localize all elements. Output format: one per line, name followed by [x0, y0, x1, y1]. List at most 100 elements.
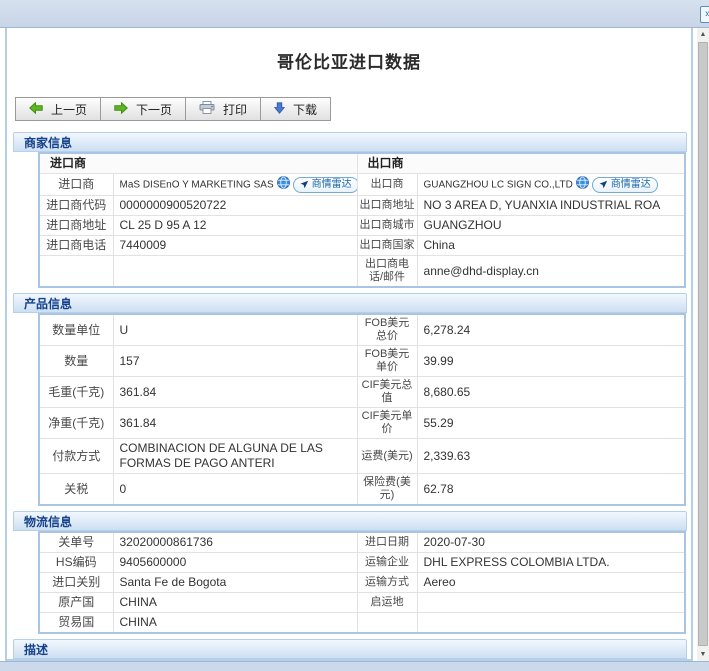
- field-label: 进口关别: [38, 572, 114, 593]
- field-label: 进口日期: [356, 531, 418, 553]
- table-row: 原产国 CHINA 启运地: [38, 592, 686, 613]
- exporter-column-header: 出口商: [356, 152, 686, 174]
- field-label: 保险费(美元): [356, 473, 418, 506]
- field-value: 55.29: [416, 407, 686, 439]
- field-value: 39.99: [416, 345, 686, 377]
- table-row: 数量单位 U FOB美元总价 6,278.24: [38, 313, 686, 346]
- window-top-bar: [0, 0, 709, 28]
- field-value: CL 25 D 95 A 12: [112, 215, 358, 236]
- field-value: 361.84: [112, 376, 358, 408]
- exporter-name: GUANGZHOU LC SIGN CO.,LTD: [423, 179, 573, 191]
- table-row: 进口关别 Santa Fe de Bogota 运输方式 Aereo: [38, 572, 686, 593]
- field-label: 数量单位: [38, 313, 114, 346]
- table-row: 出口商电话/邮件 anne@dhd-display.cn: [38, 255, 686, 288]
- section-header: 商家信息: [13, 132, 687, 152]
- field-label: 净重(千克): [38, 407, 114, 439]
- next-page-button[interactable]: 下一页: [100, 97, 187, 121]
- field-value: Santa Fe de Bogota: [112, 572, 358, 593]
- collapse-panel-button[interactable]: »: [700, 6, 709, 23]
- radar-button[interactable]: 商情雷达: [292, 176, 357, 193]
- download-button[interactable]: 下载: [260, 97, 332, 121]
- field-value: GUANGZHOU: [416, 215, 686, 236]
- vertical-scrollbar[interactable]: ▲ ▼: [697, 28, 709, 661]
- field-value: Aereo: [416, 572, 686, 593]
- table-row: 进口商地址 CL 25 D 95 A 12 出口商城市 GUANGZHOU: [38, 215, 686, 236]
- arrow-left-icon: [29, 101, 43, 117]
- field-label: 毛重(千克): [38, 376, 114, 408]
- table-row: 毛重(千克) 361.84 CIF美元总值 8,680.65: [38, 376, 686, 408]
- table-row: 数量 157 FOB美元单价 39.99: [38, 345, 686, 377]
- field-value: 9405600000: [112, 552, 358, 573]
- field-label: 出口商地址: [356, 195, 418, 216]
- radar-button-label: 商情雷达: [311, 179, 352, 190]
- field-label: 进口商电话: [38, 235, 114, 256]
- radar-button-label: 商情雷达: [610, 179, 651, 190]
- field-value: [112, 255, 358, 288]
- field-value: [416, 612, 686, 634]
- table-row: 关税 0 保险费(美元) 62.78: [38, 473, 686, 506]
- field-label: FOB美元单价: [356, 345, 418, 377]
- field-label: 付款方式: [38, 438, 114, 474]
- globe-icon[interactable]: [575, 176, 589, 193]
- content-panel: 哥伦比亚进口数据 上一页 下一页 打印 下载 商家信息 进口商 出口商 进口商 …: [5, 28, 693, 661]
- field-label: 进口商代码: [38, 195, 114, 216]
- table-row: 进口商电话 7440009 出口商国家 China: [38, 235, 686, 256]
- prev-page-button[interactable]: 上一页: [15, 97, 102, 121]
- field-label: [356, 612, 418, 634]
- globe-icon[interactable]: [276, 176, 290, 193]
- field-value: 7440009: [112, 235, 358, 256]
- section-merchant-info: 商家信息 进口商 出口商 进口商 MaS DISEnO Y MARKETING …: [13, 132, 687, 288]
- prev-page-label: 上一页: [51, 102, 88, 117]
- scroll-down-arrow[interactable]: ▼: [697, 648, 709, 661]
- scroll-up-arrow[interactable]: ▲: [697, 28, 709, 41]
- field-label: 启运地: [356, 592, 418, 613]
- field-label: 原产国: [38, 592, 114, 613]
- scrollbar-thumb[interactable]: [698, 42, 708, 646]
- table-row: 关单号 32020000861736 进口日期 2020-07-30: [38, 531, 686, 553]
- field-value: 8,680.65: [416, 376, 686, 408]
- section-logistics-info: 物流信息 关单号 32020000861736 进口日期 2020-07-30 …: [13, 511, 687, 634]
- field-label: 运输企业: [356, 552, 418, 573]
- field-label: 进口商: [38, 173, 114, 196]
- table-row: 贸易国 CHINA: [38, 612, 686, 634]
- field-value: COMBINACION DE ALGUNA DE LAS FORMAS DE P…: [112, 438, 358, 474]
- field-label: FOB美元总价: [356, 313, 418, 346]
- field-value: [416, 592, 686, 613]
- field-value: DHL EXPRESS COLOMBIA LTDA.: [416, 552, 686, 573]
- window-bottom-bar: [0, 661, 709, 671]
- field-value: 62.78: [416, 473, 686, 506]
- table-row: 付款方式 COMBINACION DE ALGUNA DE LAS FORMAS…: [38, 438, 686, 474]
- field-value: CHINA: [112, 612, 358, 634]
- print-label: 打印: [223, 102, 248, 117]
- print-button[interactable]: 打印: [185, 97, 262, 121]
- importer-name-cell: MaS DISEnO Y MARKETING SAS 商情雷达: [112, 173, 358, 196]
- field-value: 157: [112, 345, 358, 377]
- field-value: 2020-07-30: [416, 531, 686, 553]
- field-label: 出口商电话/邮件: [356, 255, 418, 288]
- field-label: 运费(美元): [356, 438, 418, 474]
- radar-arrow-icon: [300, 180, 308, 189]
- field-label: [38, 255, 114, 288]
- page-title: 哥伦比亚进口数据: [277, 53, 421, 72]
- field-value: 0000000900520722: [112, 195, 358, 216]
- section-header: 产品信息: [13, 293, 687, 313]
- next-page-label: 下一页: [136, 102, 173, 117]
- field-label: 出口商城市: [356, 215, 418, 236]
- field-label: 数量: [38, 345, 114, 377]
- field-value: China: [416, 235, 686, 256]
- field-value: 0: [112, 473, 358, 506]
- field-label: 进口商地址: [38, 215, 114, 236]
- download-label: 下载: [293, 102, 318, 117]
- field-label: 关单号: [38, 531, 114, 553]
- merchant-table: 进口商 出口商 进口商 MaS DISEnO Y MARKETING SAS 商情…: [38, 152, 686, 288]
- radar-arrow-icon: [599, 180, 607, 189]
- field-value: 361.84: [112, 407, 358, 439]
- table-row: HS编码 9405600000 运输企业 DHL EXPRESS COLOMBI…: [38, 552, 686, 573]
- field-label: CIF美元单价: [356, 407, 418, 439]
- field-label: HS编码: [38, 552, 114, 573]
- field-label: 出口商国家: [356, 235, 418, 256]
- field-value: 32020000861736: [112, 531, 358, 553]
- field-value: CHINA: [112, 592, 358, 613]
- radar-button[interactable]: 商情雷达: [591, 176, 658, 193]
- table-row: 进口商代码 0000000900520722 出口商地址 NO 3 AREA D…: [38, 195, 686, 216]
